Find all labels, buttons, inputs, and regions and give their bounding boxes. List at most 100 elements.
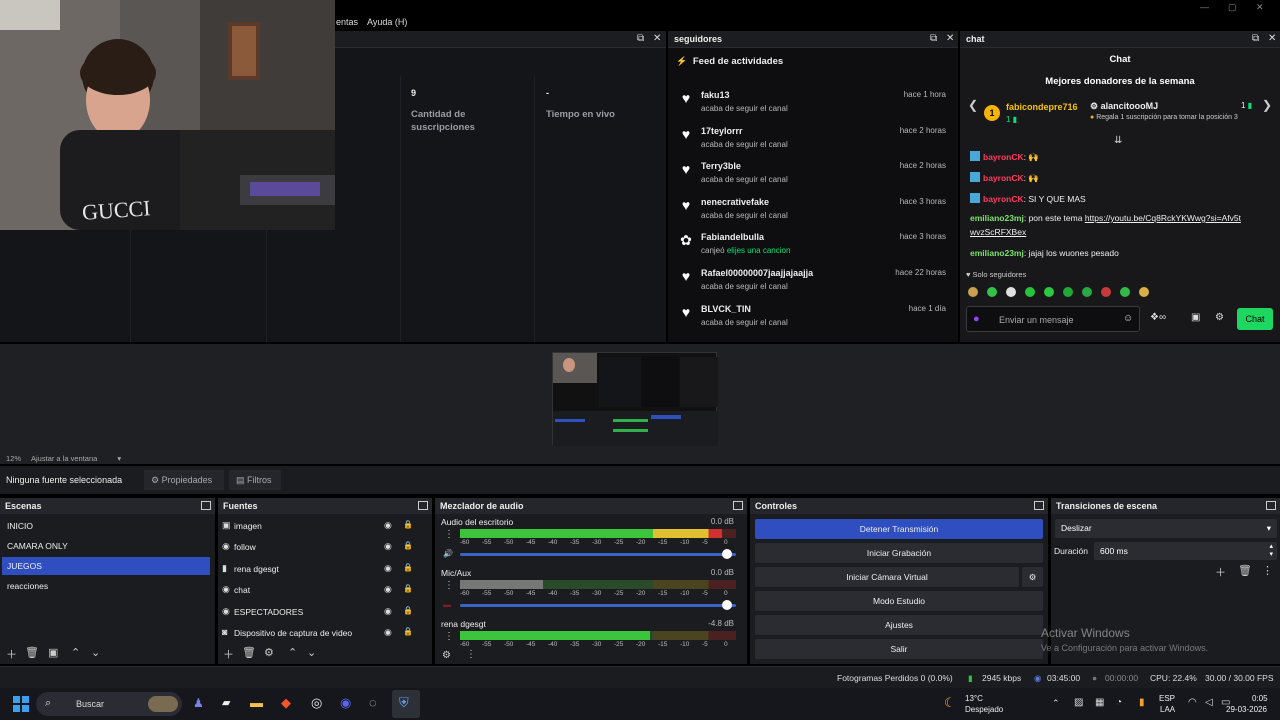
close-dock-icon[interactable]: ✕: [946, 33, 954, 44]
feed-username[interactable]: Fabiandelbulla: [701, 232, 764, 242]
volume-fader[interactable]: [460, 553, 736, 556]
obs-icon[interactable]: ◎: [311, 695, 322, 711]
add-transition-icon[interactable]: ＋: [1215, 564, 1226, 580]
move-down-icon[interactable]: ⌄: [91, 646, 100, 659]
undock-icon[interactable]: ⧉: [930, 33, 937, 44]
chat-username[interactable]: emiliano23mj: [970, 248, 1024, 258]
lock-icon[interactable]: 🔒: [403, 606, 413, 615]
mute-icon[interactable]: ▬: [443, 600, 451, 609]
chat-username[interactable]: bayronCK: [983, 152, 1024, 162]
active-app-tile[interactable]: ⛨: [392, 690, 420, 718]
emote-bar[interactable]: [966, 286, 1156, 298]
duration-input[interactable]: 600 ms ▴ ▾: [1094, 542, 1277, 560]
preview-canvas[interactable]: [552, 352, 718, 446]
lock-icon[interactable]: 🔒: [403, 563, 413, 572]
source-item[interactable]: ◉ chat ◉ 🔒: [220, 580, 426, 600]
move-up-icon[interactable]: ⌃: [288, 646, 297, 659]
undock-icon[interactable]: ⧉: [637, 33, 644, 44]
virtual-camera-settings-icon[interactable]: ⚙: [1022, 567, 1043, 587]
lang-secondary[interactable]: LAA: [1160, 705, 1175, 714]
eye-icon[interactable]: ◉: [384, 563, 392, 574]
filter-icon[interactable]: ▣: [48, 646, 58, 659]
lock-icon[interactable]: 🔒: [403, 627, 413, 636]
menu-item-ayuda[interactable]: Ayuda (H): [367, 17, 407, 27]
chat-username[interactable]: bayronCK: [983, 173, 1024, 183]
settings-button[interactable]: Ajustes: [755, 615, 1043, 635]
windows-start-icon[interactable]: [13, 696, 29, 712]
fader-knob[interactable]: [722, 549, 732, 559]
scene-item[interactable]: CAMARA ONLY: [2, 537, 210, 555]
keyboard-icon[interactable]: ▦: [1095, 697, 1104, 708]
wifi-icon[interactable]: ◠: [1188, 697, 1197, 708]
scene-item[interactable]: reacciones: [2, 577, 210, 595]
undock-icon[interactable]: [418, 501, 428, 510]
maximize-icon[interactable]: ▢: [1228, 2, 1237, 13]
mic-icon[interactable]: ●: [973, 313, 980, 325]
feed-username[interactable]: 17teylorrr: [701, 126, 743, 136]
exit-button[interactable]: Salir: [755, 639, 1043, 659]
lock-icon[interactable]: 🔒: [403, 584, 413, 593]
trash-icon[interactable]: 🗑: [242, 646, 256, 659]
source-item[interactable]: ◙ Dispositivo de captura de video ◉ 🔒: [220, 623, 426, 643]
close-dock-icon[interactable]: ✕: [653, 33, 661, 44]
transition-type-select[interactable]: Deslizar ▾: [1055, 519, 1277, 538]
source-item[interactable]: ▮ rena dgesgt ◉ 🔒: [220, 559, 426, 579]
tray-app-icon[interactable]: ▨: [1074, 697, 1083, 708]
network-tray-icon[interactable]: ◔: [1116, 697, 1122, 708]
close-window-icon[interactable]: ✕: [1256, 2, 1264, 13]
more-options-icon[interactable]: ⋮: [444, 580, 454, 591]
trash-icon[interactable]: 🗑: [25, 646, 39, 659]
file-explorer-icon[interactable]: ▬: [250, 695, 263, 710]
more-options-icon[interactable]: ⋮: [444, 631, 454, 642]
clock-date[interactable]: 29-03-2026: [1226, 705, 1267, 714]
eye-icon[interactable]: ◉: [384, 520, 392, 531]
collapse-icon[interactable]: ⇊: [1114, 135, 1122, 146]
gear-icon[interactable]: ⚙: [264, 646, 274, 659]
chat-username[interactable]: emiliano23mj: [970, 213, 1024, 223]
source-item[interactable]: ◉ follow ◉ 🔒: [220, 537, 426, 557]
volume-icon[interactable]: ◁: [1205, 697, 1213, 708]
chevron-right-icon[interactable]: ❯: [1262, 98, 1272, 112]
fit-window-select[interactable]: Ajustar a la ventana ▾: [31, 454, 121, 463]
volume-fader[interactable]: [460, 604, 736, 607]
feed-username[interactable]: BLVCK_TIN: [701, 304, 751, 314]
mixer-settings-icon[interactable]: ⚙: [442, 650, 451, 661]
epic-games-icon[interactable]: ▰: [222, 696, 230, 709]
lock-icon[interactable]: 🔒: [403, 520, 413, 529]
feed-username[interactable]: Rafael00000007jaajjajaajja: [701, 268, 813, 278]
undock-icon[interactable]: ⧉: [1252, 33, 1259, 44]
stop-stream-button[interactable]: Detener Transmisión: [755, 519, 1043, 539]
mic-tray-icon[interactable]: ▮: [1139, 697, 1145, 708]
lock-icon[interactable]: 🔒: [403, 541, 413, 550]
channel-points-icon[interactable]: ❖∞: [1150, 312, 1166, 323]
discord-icon[interactable]: ◉: [340, 695, 351, 711]
chat-input[interactable]: ● Enviar un mensaje ☺: [966, 306, 1140, 332]
brave-browser-icon[interactable]: ◆: [281, 695, 291, 711]
app-icon[interactable]: ◌: [369, 695, 377, 710]
more-options-icon[interactable]: ⋮: [444, 529, 454, 540]
feed-username[interactable]: faku13: [701, 90, 730, 100]
close-dock-icon[interactable]: ✕: [1268, 33, 1276, 44]
source-item[interactable]: ◉ ESPECTADORES ◉ 🔒: [220, 602, 426, 622]
clock-time[interactable]: 0:05: [1252, 694, 1268, 703]
tray-chevron-icon[interactable]: ⌃: [1052, 698, 1060, 709]
emote-picker-icon[interactable]: ☺: [1123, 313, 1133, 324]
minimize-icon[interactable]: —: [1200, 2, 1209, 12]
add-source-icon[interactable]: ＋: [223, 646, 234, 662]
undock-icon[interactable]: [1266, 501, 1276, 510]
studio-mode-button[interactable]: Modo Estudio: [755, 591, 1043, 611]
virtual-camera-button[interactable]: Iniciar Cámara Virtual: [755, 567, 1019, 587]
gear-icon[interactable]: ⚙: [1215, 312, 1224, 323]
lang-primary[interactable]: ESP: [1159, 694, 1175, 703]
undock-icon[interactable]: [201, 501, 211, 510]
scene-item[interactable]: JUEGOS: [2, 557, 210, 575]
feed-username[interactable]: nenecrativefake: [701, 197, 769, 207]
eye-icon[interactable]: ◉: [384, 584, 392, 595]
source-item[interactable]: ▣ imagen ◉ 🔒: [220, 516, 426, 536]
eye-icon[interactable]: ◉: [384, 606, 392, 617]
store-icon[interactable]: ▣: [1191, 312, 1200, 323]
add-scene-icon[interactable]: ＋: [6, 646, 17, 662]
taskbar-search[interactable]: ⌕ Buscar: [36, 692, 182, 716]
move-up-icon[interactable]: ⌃: [71, 646, 80, 659]
menu-item-herramientas[interactable]: entas: [336, 17, 358, 27]
